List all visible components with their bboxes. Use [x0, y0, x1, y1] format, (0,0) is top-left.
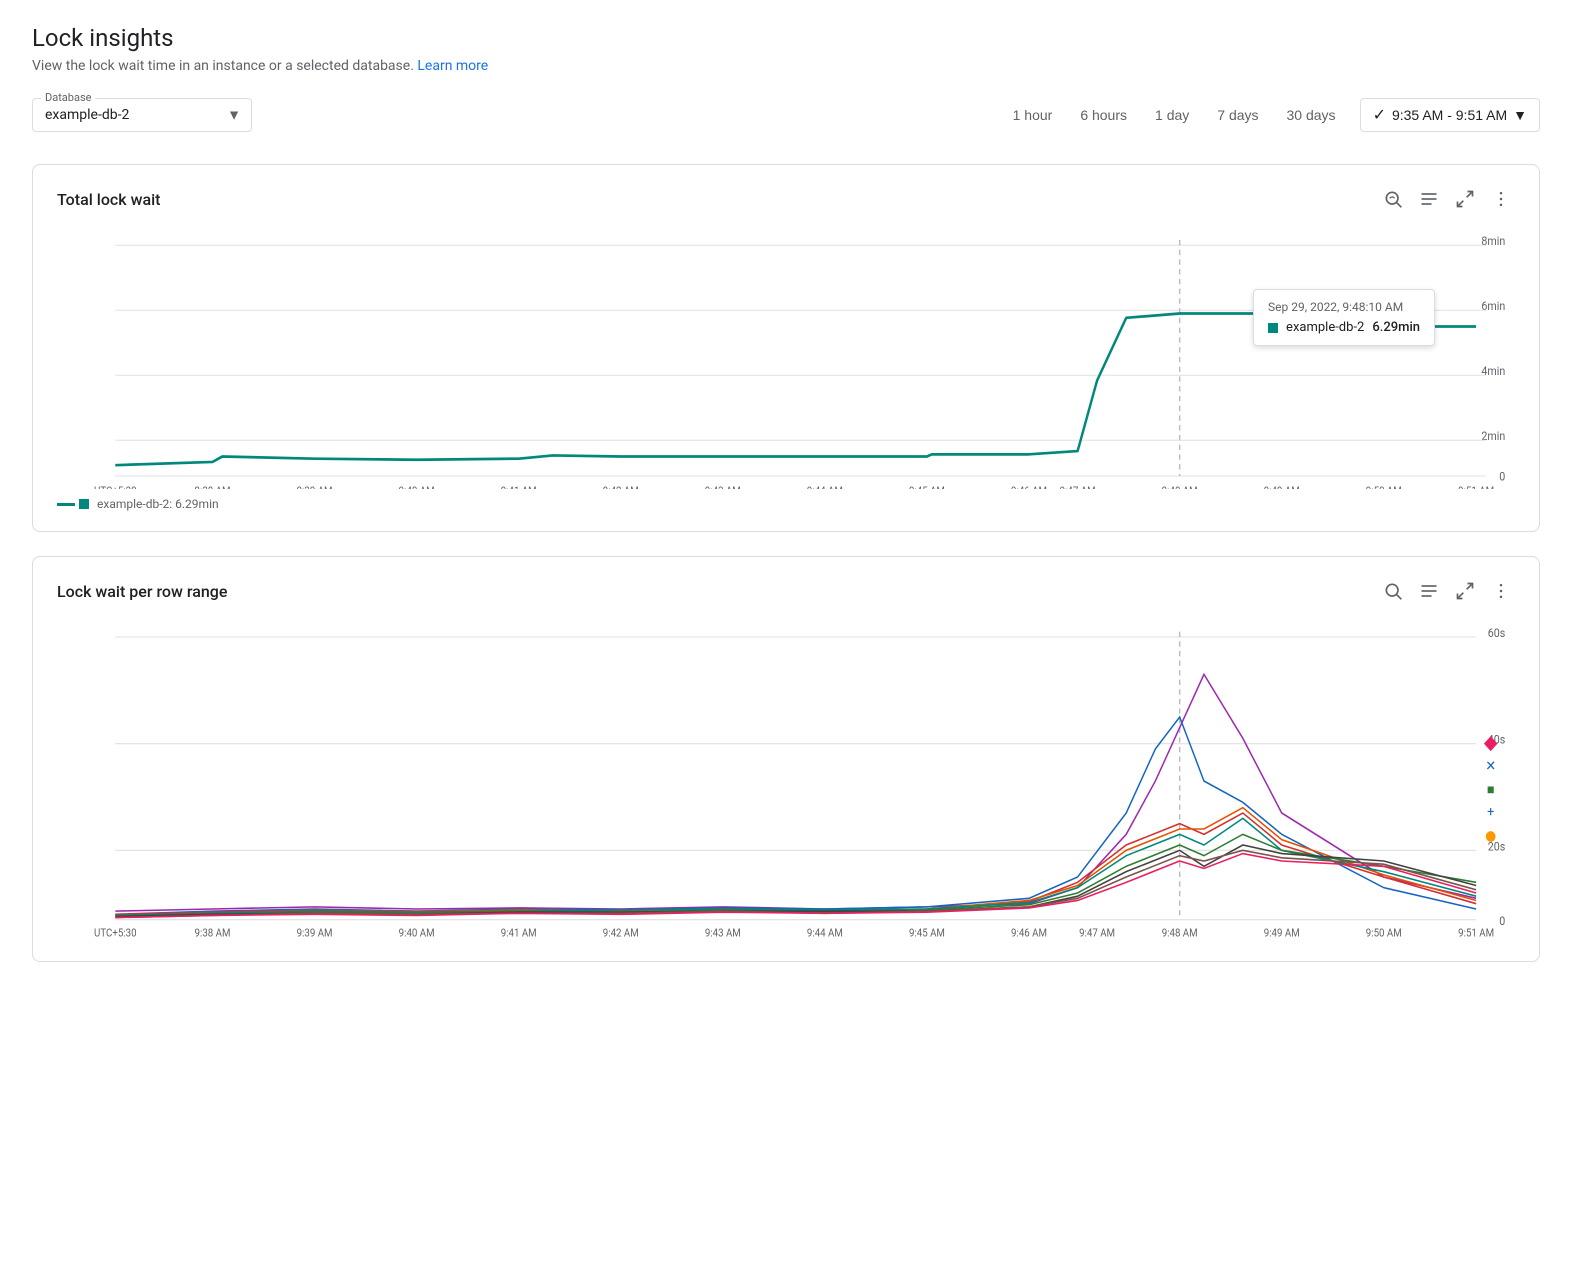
- database-label: Database: [41, 91, 95, 104]
- chart2-legend-button[interactable]: [1415, 577, 1443, 605]
- svg-text:9:43 AM: 9:43 AM: [705, 484, 741, 489]
- svg-text:9:48 AM: 9:48 AM: [1162, 928, 1198, 939]
- time-7days-button[interactable]: 7 days: [1205, 101, 1270, 129]
- svg-text:9:50 AM: 9:50 AM: [1366, 928, 1402, 939]
- chart2-expand-button[interactable]: [1451, 577, 1479, 605]
- svg-text:9:40 AM: 9:40 AM: [399, 484, 435, 489]
- svg-text:9:45 AM: 9:45 AM: [909, 484, 945, 489]
- total-lock-wait-card: Total lock wait: [32, 164, 1540, 532]
- selected-range: 9:35 AM - 9:51 AM: [1392, 107, 1507, 123]
- chart1-header: Total lock wait: [57, 185, 1515, 213]
- chart2-more-button[interactable]: [1487, 577, 1515, 605]
- dropdown-arrow-icon: ▼: [1513, 107, 1527, 123]
- svg-text:0: 0: [1499, 915, 1505, 929]
- svg-text:20s: 20s: [1488, 840, 1506, 854]
- chart2-actions: [1379, 577, 1515, 605]
- database-value: example-db-2: [45, 107, 129, 123]
- time-6hours-button[interactable]: 6 hours: [1068, 101, 1139, 129]
- svg-text:9:41 AM: 9:41 AM: [501, 484, 537, 489]
- lock-wait-per-row-card: Lock wait per row range: [32, 556, 1540, 962]
- chart1-more-button[interactable]: [1487, 185, 1515, 213]
- page-subtitle: View the lock wait time in an instance o…: [32, 58, 1540, 74]
- chart1-title: Total lock wait: [57, 190, 160, 209]
- svg-text:9:51 AM: 9:51 AM: [1458, 928, 1494, 939]
- svg-text:9:43 AM: 9:43 AM: [705, 928, 741, 939]
- svg-text:2min: 2min: [1481, 429, 1505, 444]
- svg-text:9:45 AM: 9:45 AM: [909, 928, 945, 939]
- chart2-search-button[interactable]: [1379, 577, 1407, 605]
- chart2-header: Lock wait per row range: [57, 577, 1515, 605]
- chart1-legend-button[interactable]: [1415, 185, 1443, 213]
- learn-more-link[interactable]: Learn more: [417, 58, 488, 74]
- svg-text:UTC+5:30: UTC+5:30: [94, 484, 137, 489]
- svg-text:9:44 AM: 9:44 AM: [807, 928, 843, 939]
- time-30days-button[interactable]: 30 days: [1275, 101, 1348, 129]
- svg-text:4min: 4min: [1481, 364, 1505, 379]
- svg-text:+: +: [1487, 805, 1494, 821]
- svg-text:60s: 60s: [1488, 627, 1506, 641]
- svg-text:9:47 AM: 9:47 AM: [1079, 928, 1115, 939]
- svg-text:9:48 AM: 9:48 AM: [1162, 484, 1198, 489]
- chevron-down-icon: ▼: [227, 107, 241, 124]
- svg-text:6min: 6min: [1481, 299, 1505, 314]
- chart1-search-button[interactable]: [1379, 185, 1407, 213]
- svg-text:9:49 AM: 9:49 AM: [1264, 484, 1300, 489]
- page-title: Lock insights: [32, 24, 1540, 52]
- legend-square-icon: [79, 499, 89, 509]
- chart2-title: Lock wait per row range: [57, 582, 227, 601]
- svg-text:9:38 AM: 9:38 AM: [195, 484, 231, 489]
- svg-text:0: 0: [1499, 469, 1505, 484]
- svg-text:UTC+5:30: UTC+5:30: [94, 928, 137, 939]
- svg-text:■: ■: [1487, 782, 1495, 798]
- svg-text:9:44 AM: 9:44 AM: [807, 484, 843, 489]
- database-selector[interactable]: Database example-db-2 ▼: [32, 98, 252, 132]
- chart1-expand-button[interactable]: [1451, 185, 1479, 213]
- svg-text:9:39 AM: 9:39 AM: [297, 928, 333, 939]
- svg-text:9:38 AM: 9:38 AM: [195, 928, 231, 939]
- controls-row: Database example-db-2 ▼ 1 hour 6 hours 1…: [32, 98, 1540, 132]
- svg-text:9:41 AM: 9:41 AM: [501, 928, 537, 939]
- chart2-area: 60s 40s 20s 0: [57, 621, 1515, 941]
- svg-text:8min: 8min: [1481, 234, 1505, 249]
- series-marker-orange: [1486, 831, 1496, 842]
- time-1hour-button[interactable]: 1 hour: [1001, 101, 1065, 129]
- chart1-legend-label: example-db-2: 6.29min: [97, 497, 219, 511]
- chart1-legend: example-db-2: 6.29min: [57, 497, 1515, 511]
- time-controls: 1 hour 6 hours 1 day 7 days 30 days ✓ 9:…: [1001, 98, 1540, 132]
- chart1-actions: [1379, 185, 1515, 213]
- time-range-button[interactable]: ✓ 9:35 AM - 9:51 AM ▼: [1360, 98, 1540, 132]
- svg-text:9:47 AM: 9:47 AM: [1060, 484, 1096, 489]
- svg-text:9:46 AM: 9:46 AM: [1011, 928, 1047, 939]
- svg-text:9:46 AM: 9:46 AM: [1011, 484, 1047, 489]
- svg-text:9:50 AM: 9:50 AM: [1366, 484, 1402, 489]
- svg-text:9:40 AM: 9:40 AM: [399, 928, 435, 939]
- svg-text:9:51 AM: 9:51 AM: [1458, 484, 1494, 489]
- svg-text:9:39 AM: 9:39 AM: [297, 484, 333, 489]
- chart1-svg: 8min 6min 4min 2min 0 UTC+5:30 9:38 AM 9…: [57, 229, 1515, 489]
- svg-text:9:49 AM: 9:49 AM: [1264, 928, 1300, 939]
- svg-text:9:42 AM: 9:42 AM: [603, 928, 639, 939]
- check-icon: ✓: [1373, 105, 1386, 125]
- chart1-area: 8min 6min 4min 2min 0 UTC+5:30 9:38 AM 9…: [57, 229, 1515, 489]
- svg-text:✕: ✕: [1485, 759, 1496, 775]
- legend-line-icon: [57, 503, 75, 506]
- svg-text:9:42 AM: 9:42 AM: [603, 484, 639, 489]
- chart2-svg: 60s 40s 20s 0: [57, 621, 1515, 941]
- time-1day-button[interactable]: 1 day: [1143, 101, 1201, 129]
